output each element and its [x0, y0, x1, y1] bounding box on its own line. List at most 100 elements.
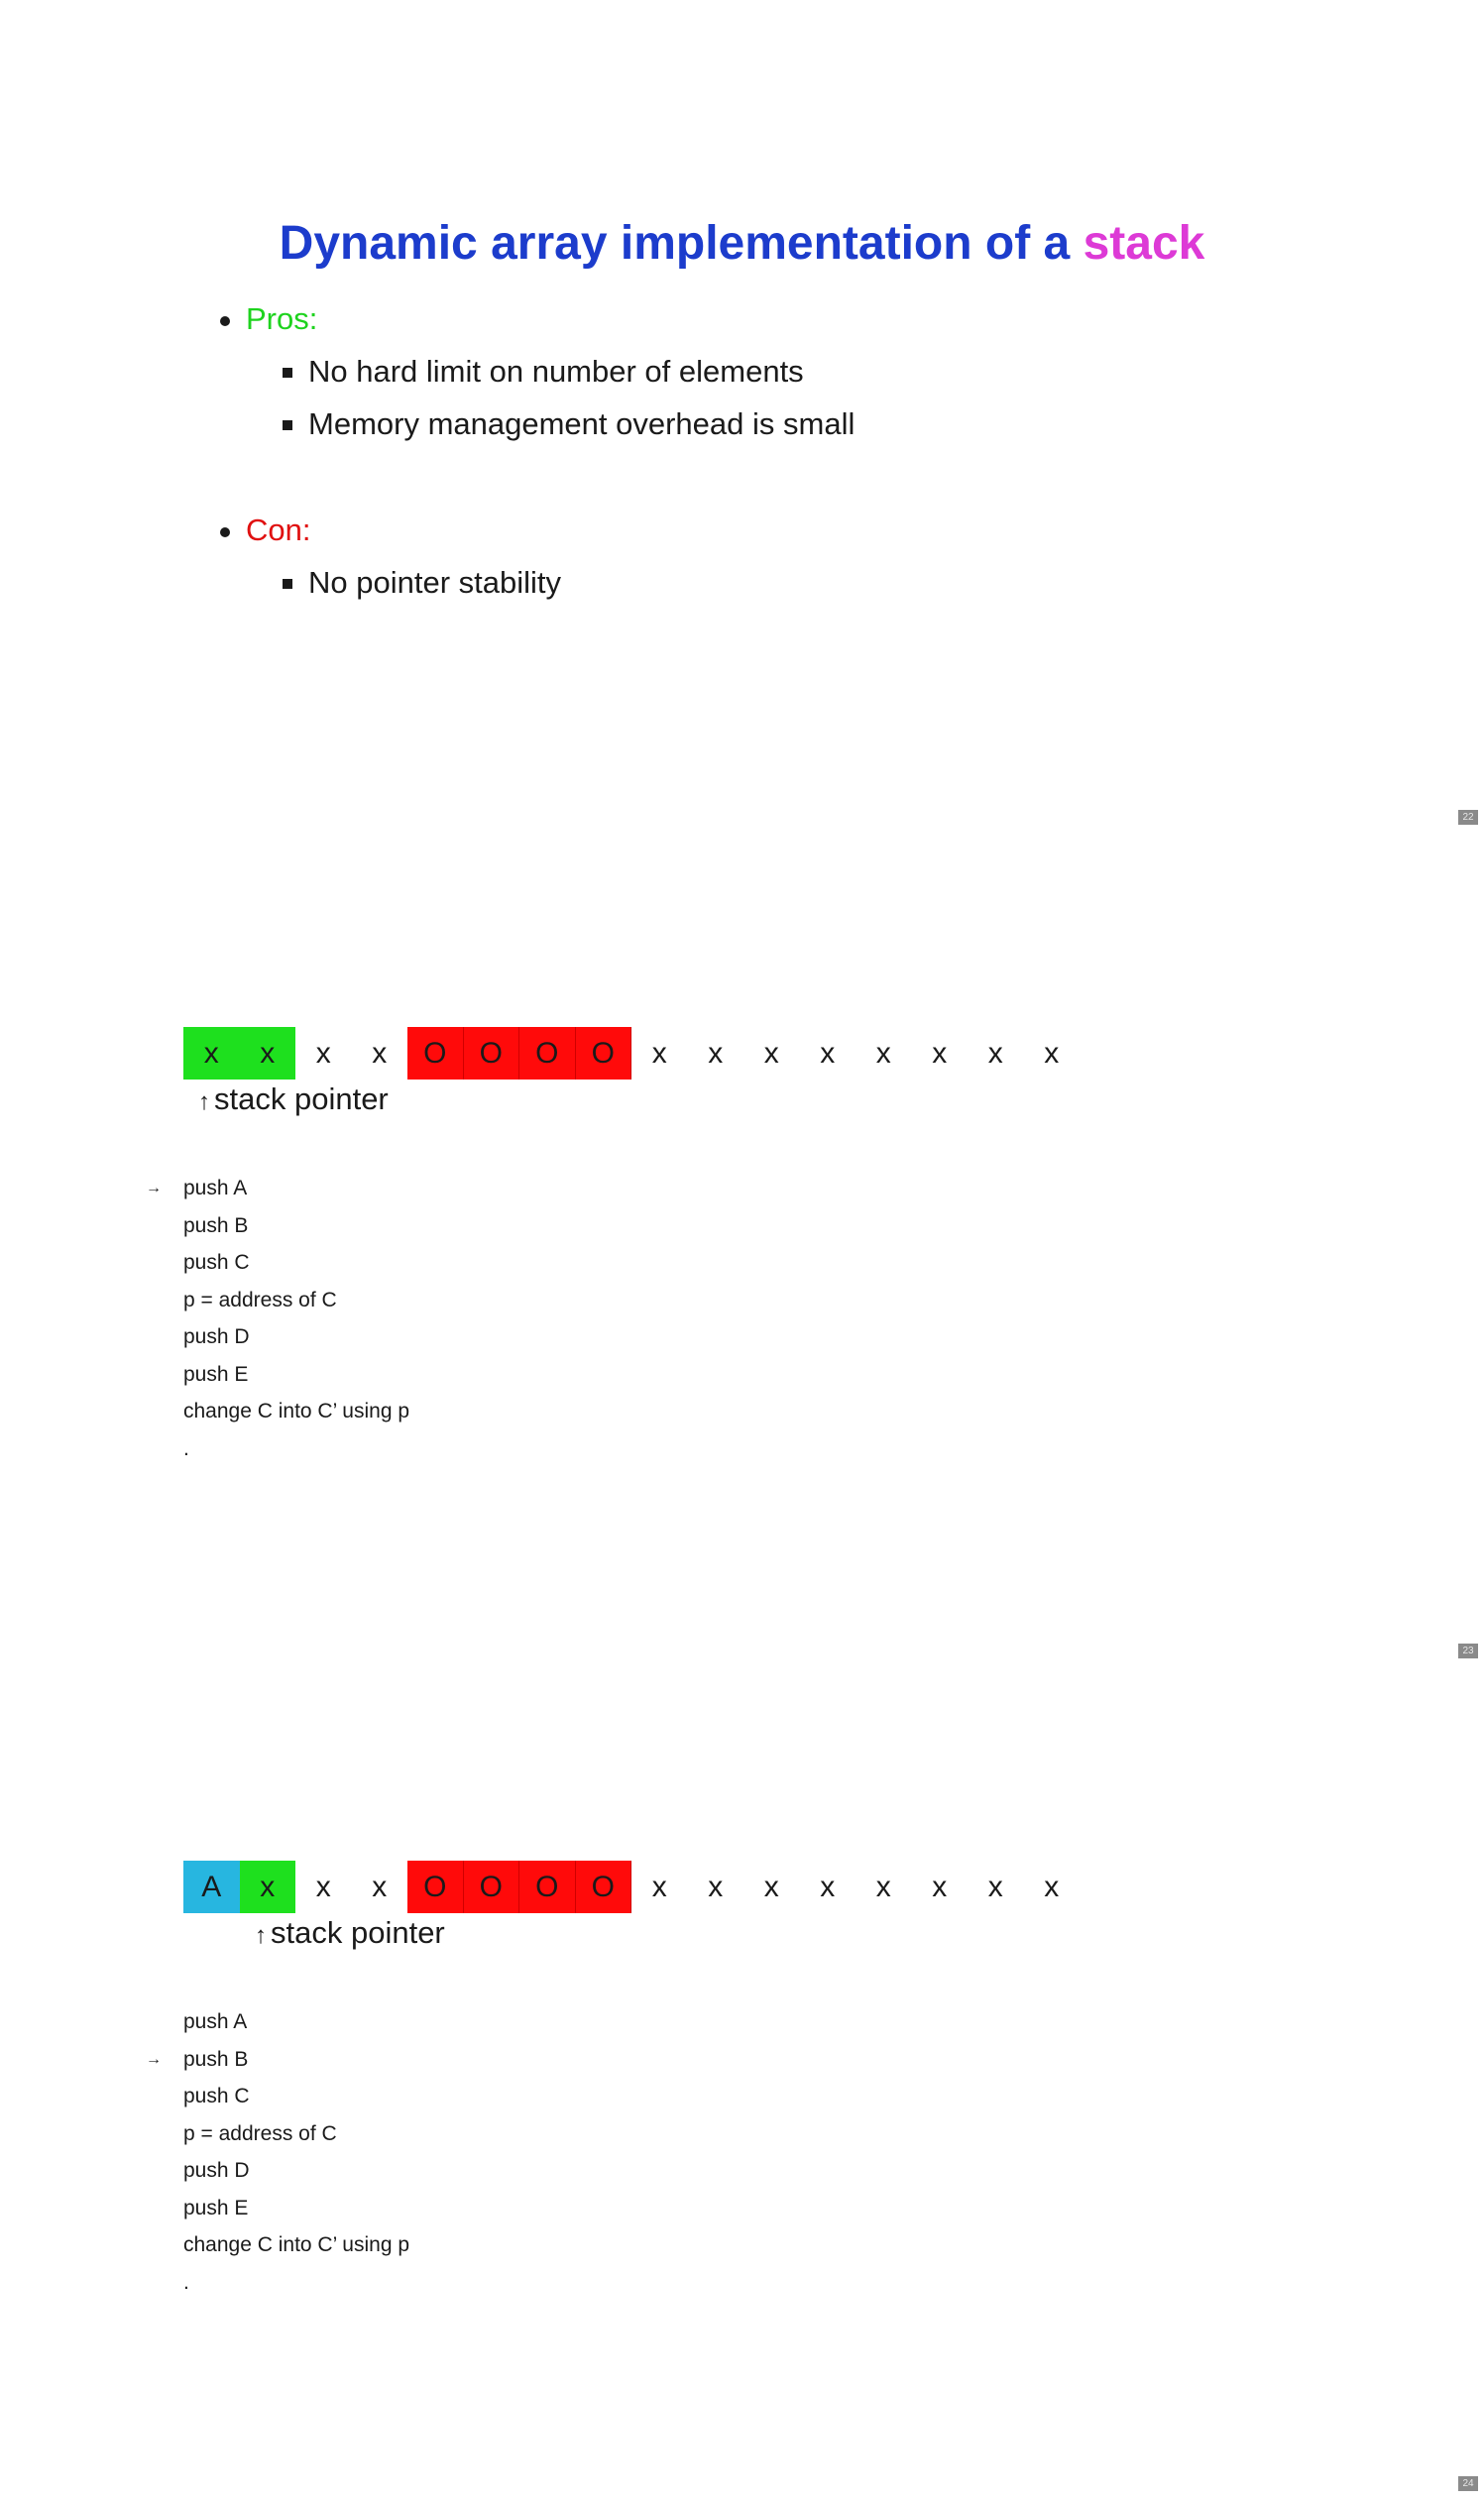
- stack-array: A x x x O O O O x x x x x x x x: [183, 1861, 1080, 1913]
- con-heading: Con:: [220, 512, 311, 548]
- step-text: p = address of C: [183, 2121, 337, 2145]
- array-cell: x: [968, 1861, 1024, 1913]
- pro-item: Memory management overhead is small: [283, 406, 856, 442]
- con-item: No pointer stability: [283, 565, 562, 601]
- array-cell: O: [575, 1861, 631, 1913]
- array-cell: x: [1023, 1861, 1080, 1913]
- stack-pointer-label: stack pointer: [214, 1081, 389, 1116]
- step-item: push E: [183, 2190, 409, 2227]
- array-cell: x: [799, 1861, 856, 1913]
- array-cell: x: [239, 1027, 295, 1080]
- array-cell: x: [295, 1861, 352, 1913]
- step-item: → push A: [146, 1170, 409, 1207]
- con-item-text: No pointer stability: [308, 565, 562, 600]
- slide-title: Dynamic array implementation of a stack: [0, 216, 1484, 271]
- array-cell: x: [183, 1027, 240, 1080]
- pro-item-text: Memory management overhead is small: [308, 406, 856, 441]
- step-text: push B: [183, 1213, 249, 1237]
- step-text: push C: [183, 1251, 250, 1274]
- array-cell: x: [743, 1861, 800, 1913]
- arrow-up-icon: ↑: [198, 1088, 210, 1115]
- stack-pointer: ↑ stack pointer: [255, 1915, 445, 1951]
- step-item: push B: [183, 1207, 409, 1245]
- step-item: change C into C’ using p: [183, 2226, 409, 2264]
- arrow-up-icon: ↑: [255, 1922, 267, 1949]
- array-cell: x: [911, 1027, 968, 1080]
- array-cell: x: [295, 1027, 352, 1080]
- pros-label: Pros:: [246, 301, 318, 336]
- arrow-right-icon: →: [146, 1180, 162, 1196]
- step-item: .: [183, 1430, 409, 1468]
- bullet-square-icon: [283, 579, 292, 589]
- step-item: p = address of C: [183, 2115, 409, 2153]
- step-item: push C: [183, 2078, 409, 2115]
- step-item: p = address of C: [183, 1282, 409, 1319]
- step-item: push D: [183, 1318, 409, 1356]
- pro-item-text: No hard limit on number of elements: [308, 354, 804, 389]
- step-text: push B: [183, 2047, 249, 2071]
- step-item: push C: [183, 1244, 409, 1282]
- step-item: push A: [183, 2003, 409, 2041]
- array-cell: A: [183, 1861, 240, 1913]
- pros-heading: Pros:: [220, 301, 318, 337]
- array-cell: x: [631, 1027, 688, 1080]
- array-cell: O: [463, 1027, 519, 1080]
- array-cell: x: [687, 1027, 743, 1080]
- step-text: push A: [183, 1177, 248, 1199]
- array-cell: x: [856, 1027, 912, 1080]
- array-cell: x: [911, 1861, 968, 1913]
- page-number: 22: [1458, 810, 1478, 825]
- array-cell: O: [575, 1027, 631, 1080]
- array-cell: x: [351, 1861, 407, 1913]
- con-label: Con:: [246, 512, 311, 547]
- page-number: 24: [1458, 2476, 1478, 2491]
- pro-item: No hard limit on number of elements: [283, 354, 804, 390]
- array-cell: x: [239, 1861, 295, 1913]
- step-item: change C into C’ using p: [183, 1393, 409, 1430]
- step-item: → push B: [146, 2041, 409, 2079]
- title-highlight: stack: [1083, 217, 1205, 270]
- step-text: change C into C’ using p: [183, 1400, 410, 1422]
- step-text: push D: [183, 2159, 250, 2182]
- array-cell: x: [631, 1861, 688, 1913]
- slide-23: x x x x O O O O x x x x x x x x ↑ stack p…: [0, 834, 1484, 1667]
- array-cell: x: [743, 1027, 800, 1080]
- step-list: → push A push B push C p = address of C p…: [146, 1170, 409, 1468]
- arrow-right-icon: →: [146, 2050, 162, 2068]
- bullet-dot-icon: [220, 527, 230, 537]
- array-cell: x: [687, 1861, 743, 1913]
- stack-pointer: ↑ stack pointer: [198, 1081, 389, 1117]
- step-text: push A: [183, 2010, 248, 2033]
- step-text: push C: [183, 2085, 250, 2107]
- step-text: push E: [183, 1362, 249, 1386]
- array-cell: x: [1023, 1027, 1080, 1080]
- step-text: push D: [183, 1325, 250, 1348]
- stack-pointer-label: stack pointer: [271, 1915, 445, 1950]
- bullet-square-icon: [283, 368, 292, 378]
- step-item: push E: [183, 1356, 409, 1394]
- array-cell: O: [519, 1861, 576, 1913]
- array-cell: O: [463, 1861, 519, 1913]
- array-cell: x: [799, 1027, 856, 1080]
- bullet-square-icon: [283, 420, 292, 430]
- array-cell: O: [407, 1861, 464, 1913]
- bullet-dot-icon: [220, 316, 230, 326]
- step-item: .: [183, 2264, 409, 2302]
- step-list: push A → push B push C p = address of C p…: [146, 2003, 409, 2302]
- array-cell: O: [407, 1027, 464, 1080]
- step-text: .: [183, 1436, 189, 1460]
- array-cell: x: [856, 1861, 912, 1913]
- step-text: change C into C’ using p: [183, 2233, 410, 2256]
- array-cell: O: [519, 1027, 576, 1080]
- title-text: Dynamic array implementation of a: [279, 217, 1071, 270]
- array-cell: x: [351, 1027, 407, 1080]
- slide-24: A x x x O O O O x x x x x x x x ↑ stack p…: [0, 1667, 1484, 2501]
- array-cell: x: [968, 1027, 1024, 1080]
- step-text: .: [183, 2270, 189, 2294]
- slide-22: Dynamic array implementation of a stack …: [0, 0, 1484, 834]
- step-text: p = address of C: [183, 1288, 337, 1311]
- page-number: 23: [1458, 1644, 1478, 1658]
- stack-array: x x x x O O O O x x x x x x x x: [183, 1027, 1080, 1080]
- step-text: push E: [183, 2196, 249, 2219]
- step-item: push D: [183, 2152, 409, 2190]
